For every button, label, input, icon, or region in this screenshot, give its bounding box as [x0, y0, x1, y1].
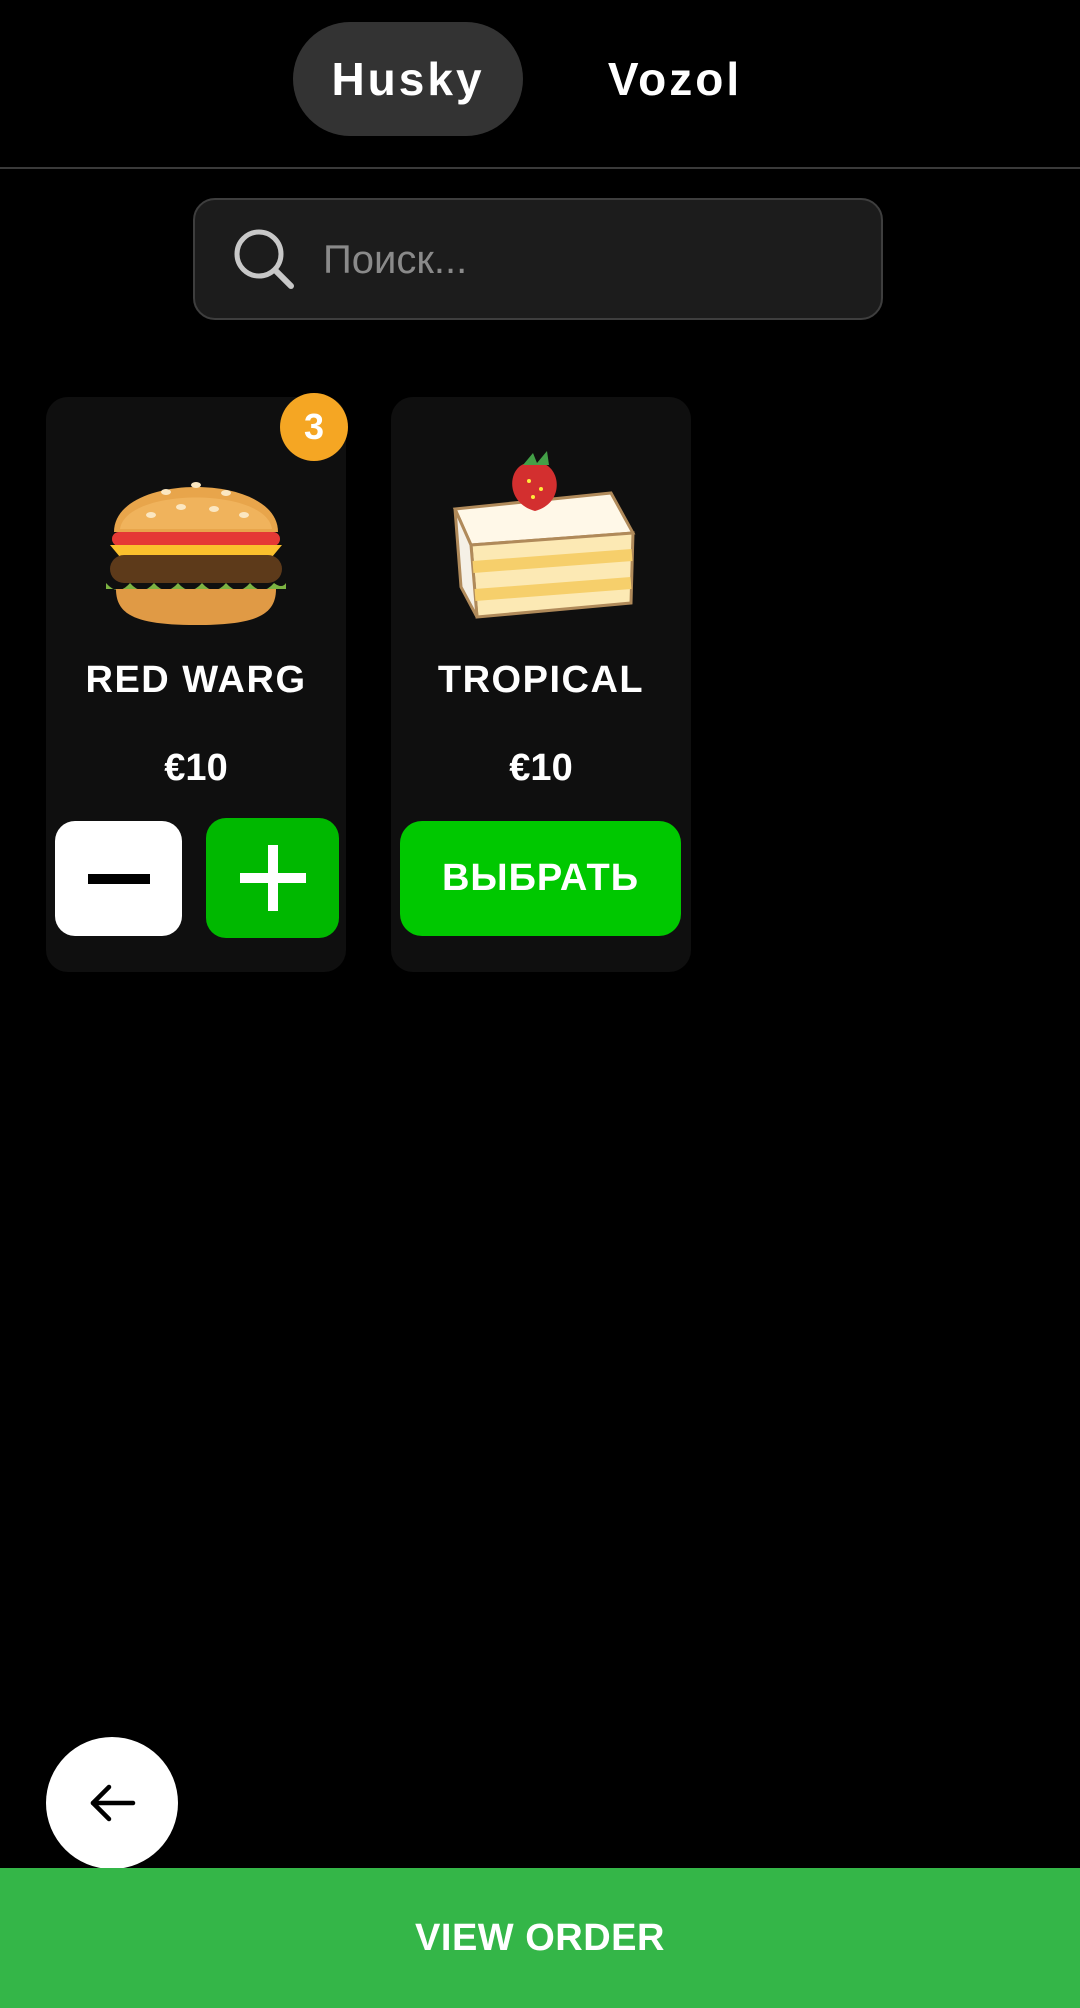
plus-icon	[239, 845, 306, 911]
increase-quantity-button[interactable]	[206, 818, 339, 938]
decrease-quantity-button[interactable]	[55, 821, 182, 936]
product-price: €10	[164, 747, 228, 789]
search-bar	[193, 198, 883, 320]
minus-icon	[87, 873, 150, 884]
view-order-button[interactable]: VIEW ORDER	[0, 1868, 1080, 2008]
cake-slice-icon	[452, 451, 636, 619]
product-name: RED WARG	[85, 659, 307, 701]
tab-husky[interactable]: Husky	[293, 22, 523, 136]
quantity-badge: 3	[280, 393, 348, 461]
tab-vozol[interactable]: Vozol	[580, 22, 770, 136]
select-product-button[interactable]: ВЫБРАТЬ	[400, 821, 681, 936]
search-input[interactable]	[323, 220, 843, 300]
product-card-tropical: TROPICAL €10 ВЫБРАТЬ	[391, 397, 691, 972]
category-tabs: Husky Vozol	[0, 22, 1080, 136]
product-card-red-warg: RED WARG €10	[46, 397, 346, 972]
arrow-left-icon	[90, 1784, 136, 1822]
product-name: TROPICAL	[437, 659, 645, 701]
burger-icon	[106, 482, 286, 625]
back-button[interactable]	[46, 1737, 178, 1869]
search-icon	[234, 229, 294, 289]
product-price: €10	[509, 747, 573, 789]
header-divider	[0, 167, 1080, 169]
